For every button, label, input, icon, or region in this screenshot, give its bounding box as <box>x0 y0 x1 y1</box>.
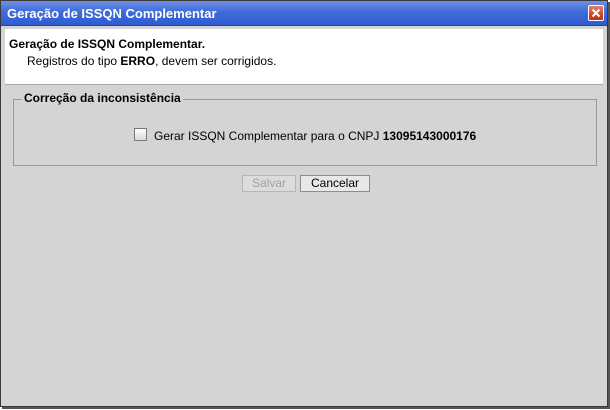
close-icon <box>591 8 601 18</box>
header-message-prefix: Registros do tipo <box>27 54 121 68</box>
header-message-error-type: ERRO <box>120 54 156 68</box>
generate-issqn-checkbox[interactable] <box>134 128 147 141</box>
correction-group: Correção da inconsistência Gerar ISSQN C… <box>13 91 597 166</box>
header-panel: Geração de ISSQN Complementar. Registros… <box>5 29 603 85</box>
cnpj-value: 13095143000176 <box>382 129 477 143</box>
header-title: Geração de ISSQN Complementar. <box>9 37 206 51</box>
generate-issqn-option[interactable]: Gerar ISSQN Complementar para o CNPJ 130… <box>134 128 476 143</box>
generate-issqn-checkbox-label: Gerar ISSQN Complementar para o CNPJ <box>154 129 383 143</box>
header-message: Registros do tipo ERRO, devem ser corrig… <box>27 54 276 68</box>
title-bar[interactable]: Geração de ISSQN Complementar <box>1 1 607 26</box>
window-title: Geração de ISSQN Complementar <box>7 6 217 21</box>
correction-group-legend: Correção da inconsistência <box>22 91 183 105</box>
close-button[interactable] <box>588 5 604 21</box>
dialog-window: Geração de ISSQN Complementar Geração de… <box>0 0 608 407</box>
save-button[interactable]: Salvar <box>242 175 296 192</box>
header-message-suffix: , devem ser corrigidos. <box>155 54 277 68</box>
cancel-button[interactable]: Cancelar <box>300 175 370 192</box>
